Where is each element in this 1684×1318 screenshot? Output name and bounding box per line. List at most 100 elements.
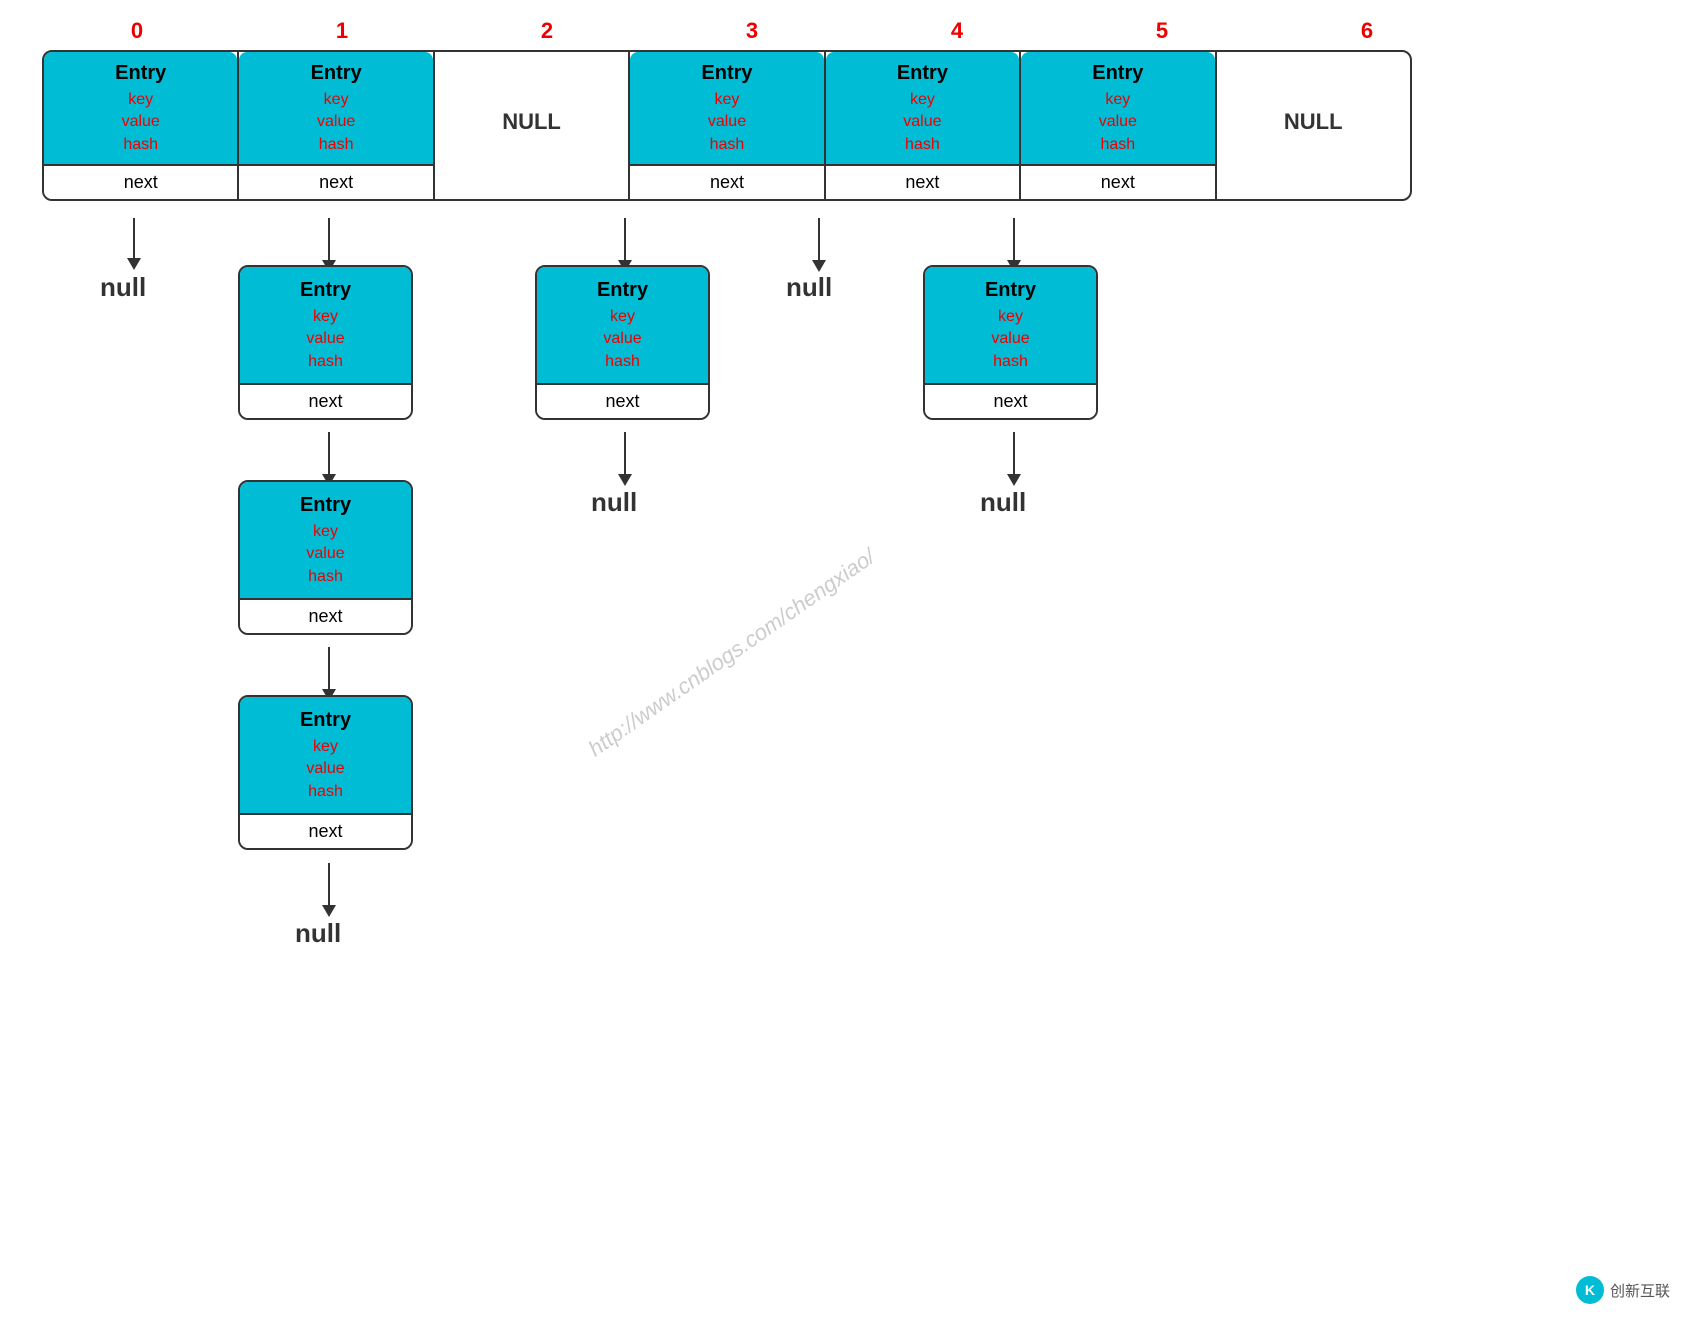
cell-3-entry: Entry key value hash [630, 52, 823, 164]
index-1: 1 [247, 18, 437, 44]
null-5: null [980, 487, 1026, 518]
cell-0-hash: hash [123, 134, 158, 156]
cell-1: Entry key value hash next [239, 52, 434, 199]
entry-1-3-top: Entry key value hash [240, 482, 411, 598]
cell-0-title: Entry [115, 62, 166, 85]
cell-5-hash: hash [1100, 134, 1135, 156]
cell-4-value: value [903, 111, 941, 133]
null-0: null [100, 272, 146, 303]
cell-3-hash: hash [710, 134, 745, 156]
entry-3-2-value: value [603, 328, 641, 350]
entry-1-2: Entry key value hash next [238, 265, 413, 420]
cell-3-key: key [715, 89, 740, 111]
cell-4-key: key [910, 89, 935, 111]
entry-1-2-value: value [306, 328, 344, 350]
cell-5-title: Entry [1092, 62, 1143, 85]
arrow-3-2-down [618, 432, 632, 486]
index-3: 3 [657, 18, 847, 44]
cell-4-entry: Entry key value hash [826, 52, 1019, 164]
arrow-1-3-down [322, 647, 336, 701]
arrow-5-2-down [1007, 432, 1021, 486]
entry-3-2-top: Entry key value hash [537, 267, 708, 383]
cell-1-next: next [239, 164, 432, 199]
entry-5-2-hash: hash [993, 351, 1028, 373]
entry-1-4-hash: hash [308, 781, 343, 803]
entry-3-2-key: key [610, 306, 635, 328]
cell-3-value: value [708, 111, 746, 133]
arrow-1-4-down [322, 863, 336, 917]
cell-3-next: next [630, 164, 823, 199]
null-3: null [591, 487, 637, 518]
cell-3-title: Entry [701, 62, 752, 85]
entry-1-2-title: Entry [300, 279, 351, 302]
cell-1-hash: hash [319, 134, 354, 156]
arrow-1-down [322, 218, 336, 272]
index-row: 0 1 2 3 4 5 6 [42, 18, 1462, 44]
arrow-3-down [618, 218, 632, 272]
cell-1-value: value [317, 111, 355, 133]
cell-4-hash: hash [905, 134, 940, 156]
cell-2-null: NULL [435, 52, 628, 192]
entry-5-2-next: next [925, 383, 1096, 418]
entry-5-2-top: Entry key value hash [925, 267, 1096, 383]
index-6: 6 [1272, 18, 1462, 44]
entry-1-3-next: next [240, 598, 411, 633]
entry-1-4-top: Entry key value hash [240, 697, 411, 813]
cell-1-key: key [324, 89, 349, 111]
entry-1-3-value: value [306, 543, 344, 565]
entry-1-3-title: Entry [300, 494, 351, 517]
entry-1-2-next: next [240, 383, 411, 418]
hash-array: Entry key value hash next Entry key valu… [42, 50, 1412, 201]
logo-icon: K [1576, 1276, 1604, 1304]
index-0: 0 [42, 18, 232, 44]
entry-1-2-key: key [313, 306, 338, 328]
entry-1-4: Entry key value hash next [238, 695, 413, 850]
entry-1-3-hash: hash [308, 566, 343, 588]
index-2: 2 [452, 18, 642, 44]
entry-1-2-top: Entry key value hash [240, 267, 411, 383]
cell-2: NULL [435, 52, 630, 199]
cell-5-value: value [1099, 111, 1137, 133]
cell-0-next: next [44, 164, 237, 199]
entry-3-2-title: Entry [597, 279, 648, 302]
logo-text: 创新互联 [1610, 1280, 1670, 1301]
cell-0-entry: Entry key value hash [44, 52, 237, 164]
entry-5-2-key: key [998, 306, 1023, 328]
entry-1-4-value: value [306, 758, 344, 780]
cell-6-null: NULL [1217, 52, 1410, 192]
arrow-1-2-down [322, 432, 336, 486]
cell-0: Entry key value hash next [44, 52, 239, 199]
entry-3-2-hash: hash [605, 351, 640, 373]
arrow-5-down [1007, 218, 1021, 272]
entry-5-2-value: value [991, 328, 1029, 350]
entry-1-3-key: key [313, 521, 338, 543]
cell-3: Entry key value hash next [630, 52, 825, 199]
entry-5-2-title: Entry [985, 279, 1036, 302]
null-1: null [295, 918, 341, 949]
arrow-0-down [127, 218, 141, 270]
cell-5-key: key [1105, 89, 1130, 111]
watermark: http://www.cnblogs.com/chengxiao/ [584, 544, 880, 762]
entry-5-2: Entry key value hash next [923, 265, 1098, 420]
arrow-4-down [812, 218, 826, 272]
entry-1-4-key: key [313, 736, 338, 758]
index-4: 4 [862, 18, 1052, 44]
cell-1-entry: Entry key value hash [239, 52, 432, 164]
entry-1-3: Entry key value hash next [238, 480, 413, 635]
entry-3-2: Entry key value hash next [535, 265, 710, 420]
cell-1-title: Entry [311, 62, 362, 85]
null-4: null [786, 272, 832, 303]
logo: K 创新互联 [1576, 1276, 1670, 1304]
entry-1-4-title: Entry [300, 709, 351, 732]
cell-6: NULL [1217, 52, 1410, 199]
cell-5-next: next [1021, 164, 1214, 199]
cell-0-value: value [122, 111, 160, 133]
cell-4-next: next [826, 164, 1019, 199]
entry-3-2-next: next [537, 383, 708, 418]
cell-5: Entry key value hash next [1021, 52, 1216, 199]
cell-0-key: key [128, 89, 153, 111]
cell-4: Entry key value hash next [826, 52, 1021, 199]
cell-5-entry: Entry key value hash [1021, 52, 1214, 164]
index-5: 5 [1067, 18, 1257, 44]
entry-1-4-next: next [240, 813, 411, 848]
